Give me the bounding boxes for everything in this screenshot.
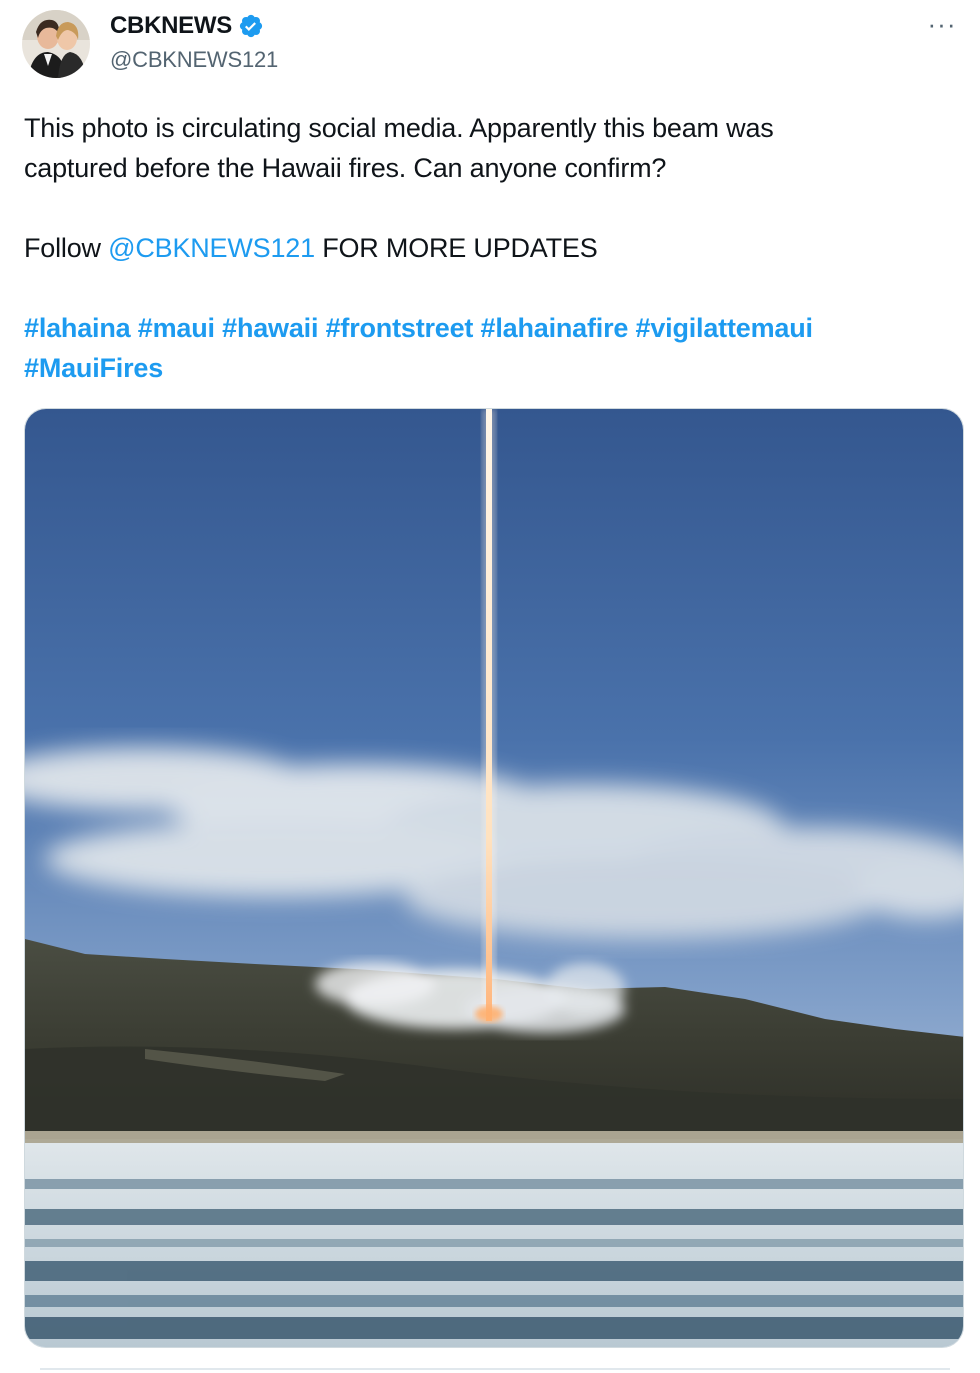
follow-suffix: FOR MORE UPDATES xyxy=(314,233,598,263)
follow-line: Follow @CBKNEWS121 FOR MORE UPDATES xyxy=(24,228,944,268)
mention-link[interactable]: @CBKNEWS121 xyxy=(108,233,315,263)
hashtag-list: #lahaina #maui #hawaii #frontstreet #lah… xyxy=(24,308,944,388)
verified-badge-icon xyxy=(238,13,264,39)
more-options-button[interactable]: ··· xyxy=(922,8,962,40)
hashtag-link[interactable]: #MauiFires xyxy=(24,353,163,383)
author-name-row[interactable]: CBKNEWS xyxy=(110,12,264,40)
tweet-body-line-2: captured before the Hawaii fires. Can an… xyxy=(24,153,667,183)
hashtag-link[interactable]: #lahaina xyxy=(24,313,131,343)
tweet-body-line-1: This photo is circulating social media. … xyxy=(24,113,774,143)
follow-prefix: Follow xyxy=(24,233,109,263)
tweet-media-photo[interactable] xyxy=(24,408,964,1348)
divider xyxy=(40,1368,950,1370)
hashtag-line-1: #lahaina #maui #hawaii #frontstreet #lah… xyxy=(24,308,944,348)
avatar[interactable] xyxy=(22,10,90,78)
author-handle[interactable]: @CBKNEWS121 xyxy=(110,47,278,73)
hashtag-link[interactable]: #vigilattemaui xyxy=(636,313,813,343)
hashtag-link[interactable]: #lahainafire xyxy=(481,313,629,343)
author-display-name[interactable]: CBKNEWS xyxy=(110,12,232,40)
hashtag-link[interactable]: #hawaii xyxy=(222,313,318,343)
tweet-body-paragraph: This photo is circulating social media. … xyxy=(24,108,944,188)
hashtag-line-2: #MauiFires xyxy=(24,348,944,388)
hashtag-link[interactable]: #maui xyxy=(138,313,215,343)
hashtag-link[interactable]: #frontstreet xyxy=(326,313,474,343)
more-options-icon: ··· xyxy=(927,8,957,39)
tweet-card: CBKNEWS @CBKNEWS121 ··· This photo is ci… xyxy=(0,0,980,1373)
tweet-text: This photo is circulating social media. … xyxy=(24,108,944,388)
